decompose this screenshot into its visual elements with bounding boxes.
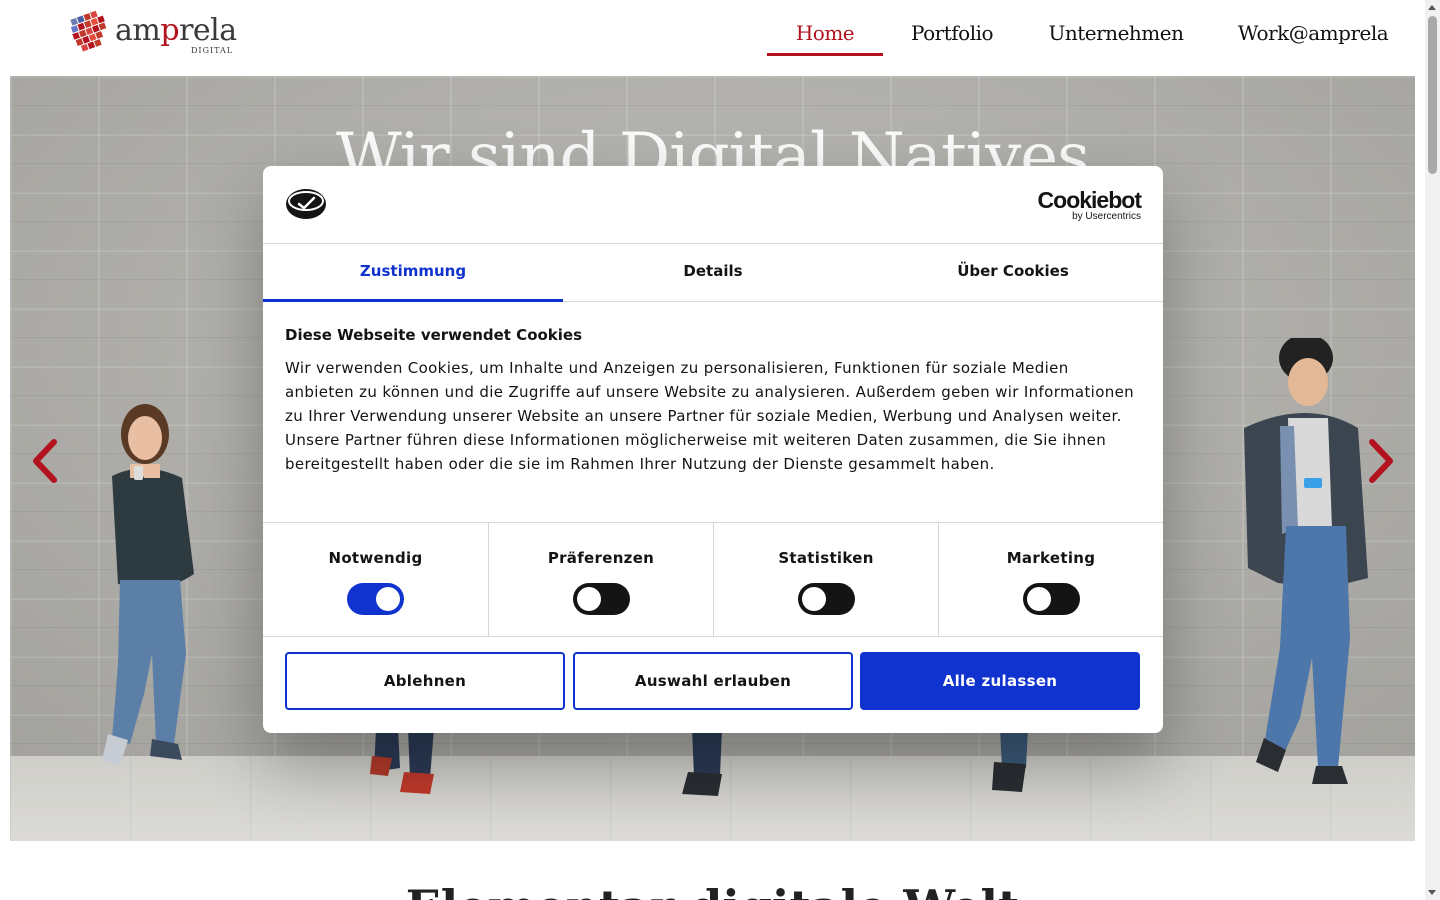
toggle-praeferenzen[interactable] [573,583,630,615]
cookie-consent-dialog: Cookiebot by Usercentrics Zustimmung Det… [263,166,1163,733]
hero-feet-red-shoe-2 [400,728,434,794]
toggle-marketing[interactable] [1023,583,1080,615]
hero-feet-dark-shoe [682,728,722,796]
decline-button[interactable]: Ablehnen [285,652,565,710]
nav-work-at-amprela[interactable]: Work@amprela [1225,18,1401,56]
cookiebot-by: by Usercentrics [1072,211,1141,222]
tab-zustimmung[interactable]: Zustimmung [263,244,563,302]
cookie-tabs: Zustimmung Details Über Cookies [263,244,1163,302]
amprela-logo[interactable]: amprela DIGITAL [70,10,240,58]
scroll-up-arrow-icon[interactable] [1428,5,1436,10]
nav-portfolio[interactable]: Portfolio [897,18,1007,56]
logo-word-end: rela [179,13,237,48]
logo-word-start: am [115,13,161,48]
cookie-site-logo-icon [286,189,326,219]
allow-all-button[interactable]: Alle zulassen [860,652,1140,710]
category-label: Präferenzen [547,549,655,567]
category-marketing: Marketing [938,523,1163,636]
category-notwendig: Notwendig [263,523,488,636]
nav-unternehmen[interactable]: Unternehmen [1037,18,1195,56]
logo-wordmark: amprela [115,14,237,48]
category-statistiken: Statistiken [713,523,938,636]
cookiebot-logo[interactable]: Cookiebot by Usercentrics [1037,187,1142,222]
cookie-category-toggles: Notwendig Präferenzen Statistiken Market… [263,522,1163,637]
cookie-description: Diese Webseite verwendet Cookies Wir ver… [285,324,1141,476]
hero-person-left [102,404,194,766]
hero-feet-black-shoe [992,728,1028,792]
site-header: amprela DIGITAL Home Portfolio Unternehm… [0,0,1425,76]
category-label: Notwendig [328,549,423,567]
logo-subtitle: DIGITAL [191,46,234,55]
toggle-notwendig[interactable] [347,583,404,615]
cookie-heading: Diese Webseite verwendet Cookies [285,326,583,344]
toggle-statistiken[interactable] [798,583,855,615]
category-praeferenzen: Präferenzen [488,523,713,636]
slider-next-chevron-right-icon[interactable] [1362,438,1398,484]
category-label: Marketing [1006,549,1096,567]
nav-home[interactable]: Home [767,18,883,56]
allow-selection-button[interactable]: Auswahl erlauben [573,652,853,710]
cookie-text: Wir verwenden Cookies, um Inhalte und An… [285,359,1135,473]
slider-prev-chevron-left-icon[interactable] [28,438,64,484]
scroll-down-arrow-icon[interactable] [1428,890,1436,895]
scroll-thumb[interactable] [1428,16,1437,174]
section-heading: Elementar digitale Welt [0,880,1425,900]
category-label: Statistiken [778,549,874,567]
hero-person-right [1244,338,1368,784]
logo-mark-icon [70,10,107,52]
tab-ueber-cookies[interactable]: Über Cookies [863,244,1163,302]
cookie-dialog-header: Cookiebot by Usercentrics [263,166,1163,244]
cookiebot-name: Cookiebot [1037,187,1142,213]
tab-details[interactable]: Details [563,244,863,302]
page-scrollbar[interactable] [1425,0,1440,900]
logo-word-accent: p [160,13,180,48]
